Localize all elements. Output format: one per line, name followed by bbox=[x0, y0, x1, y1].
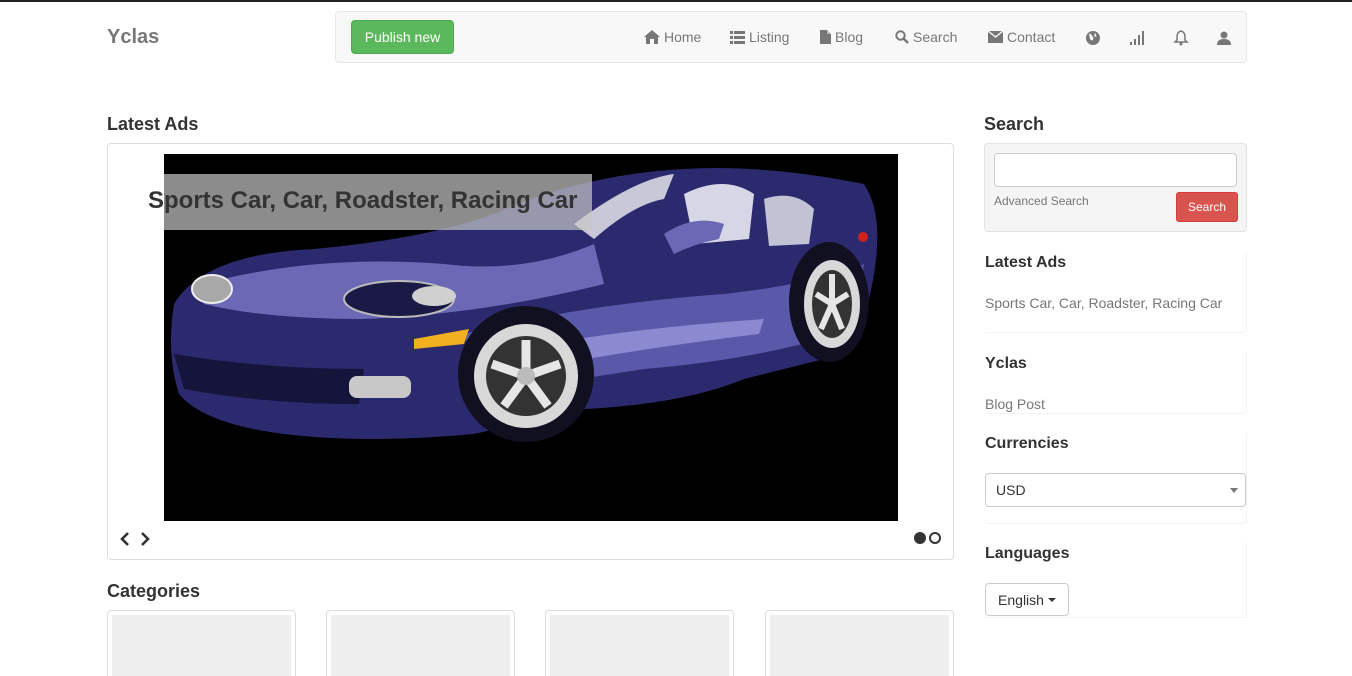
sidebar-search-button[interactable]: Search bbox=[1176, 192, 1238, 222]
caret-down-icon bbox=[1047, 597, 1056, 602]
user-icon[interactable] bbox=[1216, 30, 1232, 46]
nav-listing[interactable]: Listing bbox=[730, 29, 789, 45]
blog-widget-title: Yclas bbox=[985, 355, 1027, 372]
carousel-prev-icon[interactable] bbox=[118, 530, 132, 548]
top-navbar: Publish new Home Listing Blog Search Con… bbox=[335, 11, 1247, 63]
blog-widget: Yclas Blog Post bbox=[984, 351, 1247, 414]
carousel-caption[interactable]: Sports Car, Car, Roadster, Racing Car bbox=[148, 187, 577, 215]
nav-search-label: Search bbox=[913, 29, 958, 45]
sidebar-search-box: Advanced Search Search bbox=[984, 143, 1247, 232]
latest-ads-widget-title: Latest Ads bbox=[985, 254, 1067, 271]
sidebar-search-heading: Search bbox=[984, 114, 1045, 134]
nav-home-label: Home bbox=[664, 29, 702, 45]
top-border bbox=[0, 0, 1352, 2]
home-icon bbox=[644, 30, 660, 44]
category-image-placeholder bbox=[550, 615, 729, 676]
language-dropdown-button[interactable]: English bbox=[985, 583, 1069, 616]
signal-icon[interactable] bbox=[1129, 30, 1145, 46]
chevron-down-icon bbox=[1230, 488, 1238, 493]
nav-contact[interactable]: Contact bbox=[988, 29, 1055, 45]
language-dropdown-label: English bbox=[998, 591, 1044, 608]
nav-listing-label: Listing bbox=[749, 29, 790, 45]
categories-heading: Categories bbox=[107, 581, 201, 601]
latest-ads-widget: Latest Ads Sports Car, Car, Roadster, Ra… bbox=[984, 250, 1247, 333]
nav-contact-label: Contact bbox=[1007, 29, 1056, 45]
latest-ads-heading: Latest Ads bbox=[107, 114, 199, 134]
carousel-indicator-1[interactable] bbox=[914, 532, 926, 544]
category-image-placeholder bbox=[112, 615, 291, 676]
brand-logo[interactable]: Yclas bbox=[107, 26, 159, 49]
category-image-placeholder bbox=[331, 615, 510, 676]
nav-blog[interactable]: Blog bbox=[820, 29, 863, 45]
advanced-search-link[interactable]: Advanced Search bbox=[994, 194, 1089, 208]
search-icon bbox=[895, 30, 909, 44]
carousel-indicator-2[interactable] bbox=[929, 532, 941, 544]
publish-new-button[interactable]: Publish new bbox=[351, 20, 454, 54]
nav-home[interactable]: Home bbox=[644, 29, 701, 45]
category-card[interactable] bbox=[765, 610, 954, 676]
nav-blog-label: Blog bbox=[835, 29, 864, 45]
envelope-icon bbox=[988, 31, 1003, 43]
bell-icon[interactable] bbox=[1173, 30, 1189, 46]
currency-select-value: USD bbox=[996, 482, 1026, 498]
languages-widget-title: Languages bbox=[985, 545, 1070, 562]
globe-icon[interactable] bbox=[1085, 30, 1101, 46]
currency-select[interactable]: USD bbox=[985, 473, 1246, 507]
ads-carousel: Sports Car, Car, Roadster, Racing Car bbox=[107, 143, 954, 560]
nav-search[interactable]: Search bbox=[895, 29, 957, 45]
category-image-placeholder bbox=[770, 615, 949, 676]
latest-ad-link[interactable]: Sports Car, Car, Roadster, Racing Car bbox=[985, 295, 1222, 311]
file-icon bbox=[820, 30, 831, 44]
currencies-widget-title: Currencies bbox=[985, 435, 1069, 452]
category-card[interactable] bbox=[545, 610, 734, 676]
carousel-next-icon[interactable] bbox=[138, 530, 152, 548]
list-icon bbox=[730, 30, 745, 44]
category-card[interactable] bbox=[326, 610, 515, 676]
category-card[interactable] bbox=[107, 610, 296, 676]
sidebar-search-input[interactable] bbox=[994, 153, 1237, 187]
blog-post-link[interactable]: Blog Post bbox=[985, 396, 1045, 412]
